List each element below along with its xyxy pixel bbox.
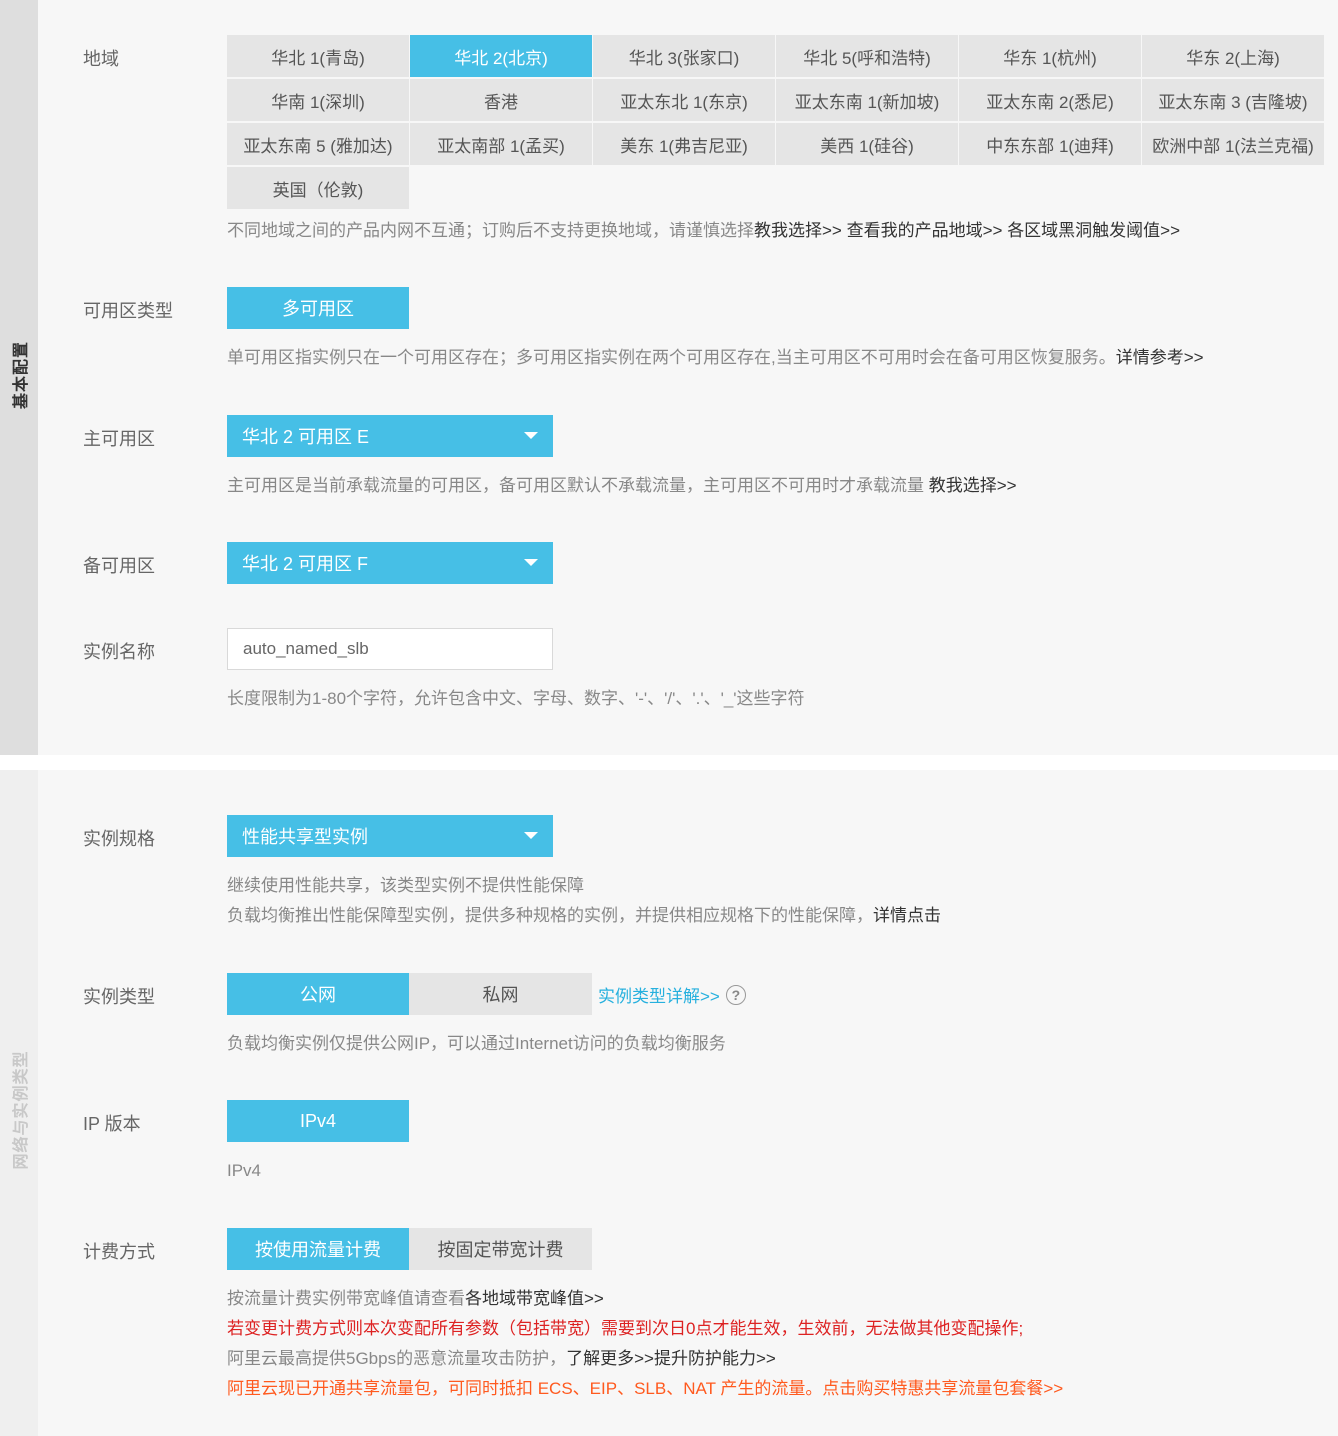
region-option[interactable]: 英国（伦敦)	[227, 167, 409, 209]
region-option[interactable]: 华东 1(杭州)	[959, 35, 1141, 77]
zone-type-help-text: 单可用区指实例只在一个可用区存在；多可用区指实例在两个可用区存在,当主可用区不可…	[227, 348, 1116, 367]
zone-type-help: 单可用区指实例只在一个可用区存在；多可用区指实例在两个可用区存在,当主可用区不可…	[227, 343, 1204, 373]
billing-warning: 若变更计费方式则本次变配所有参数（包括带宽）需要到次日0点才能生效，生效前，无法…	[227, 1319, 1024, 1338]
region-option[interactable]: 亚太东南 5 (雅加达)	[227, 123, 409, 165]
shared-traffic-promo-link[interactable]: 阿里云现已开通共享流量包，可同时抵扣 ECS、EIP、SLB、NAT 产生的流量…	[227, 1374, 1063, 1404]
instance-spec-label: 实例规格	[83, 829, 155, 849]
region-option[interactable]: 美东 1(弗吉尼亚)	[593, 123, 775, 165]
region-option[interactable]: 华北 1(青岛)	[227, 35, 409, 77]
region-teach-link[interactable]: 教我选择>>	[754, 221, 842, 240]
backup-zone-value: 华北 2 可用区 F	[242, 554, 369, 574]
my-regions-link[interactable]: 查看我的产品地域>>	[847, 221, 1003, 240]
multi-zone-button[interactable]: 多可用区	[227, 287, 409, 329]
region-option[interactable]: 华南 1(深圳)	[227, 79, 409, 121]
primary-zone-teach-link[interactable]: 教我选择>>	[929, 476, 1017, 495]
question-circle-icon[interactable]: ?	[725, 984, 746, 1005]
primary-zone-label: 主可用区	[83, 429, 155, 449]
instance-type-label: 实例类型	[83, 987, 155, 1007]
region-help-text: 不同地域之间的产品内网不互通；订购后不支持更换地域，请谨慎选择	[227, 221, 754, 240]
basic-config-side-tab[interactable]: 基本配置	[0, 0, 38, 755]
bandwidth-peak-link[interactable]: 各地域带宽峰值>>	[465, 1289, 604, 1308]
region-option[interactable]: 华北 5(呼和浩特)	[776, 35, 958, 77]
instance-type-detail-text[interactable]: 实例类型详解>>	[598, 982, 720, 1007]
region-option[interactable]: 亚太东北 1(东京)	[593, 79, 775, 121]
instance-name-input[interactable]	[227, 628, 553, 670]
primary-zone-help: 主可用区是当前承载流量的可用区，备可用区默认不承载流量，主可用区不可用时才承载流…	[227, 471, 1017, 501]
chevron-down-icon	[524, 432, 538, 439]
billing-help-3-text: 阿里云最高提供5Gbps的恶意流量攻击防护，	[227, 1349, 567, 1368]
zone-type-label: 可用区类型	[83, 301, 173, 321]
blackhole-threshold-link[interactable]: 各区域黑洞触发阈值>>	[1007, 221, 1180, 240]
region-option[interactable]: 美西 1(硅谷)	[776, 123, 958, 165]
instance-type-detail-link[interactable]: 实例类型详解>> ?	[598, 982, 746, 1007]
instance-name-help: 长度限制为1-80个字符，允许包含中文、字母、数字、'-'、'/'、'.'、'_…	[227, 689, 805, 708]
region-option[interactable]: 欧洲中部 1(法兰克福)	[1142, 123, 1324, 165]
pay-by-bandwidth-button[interactable]: 按固定带宽计费	[409, 1228, 592, 1270]
ip-version-label: IP 版本	[83, 1114, 141, 1134]
ipv4-button[interactable]: IPv4	[227, 1100, 409, 1142]
billing-help-3: 阿里云最高提供5Gbps的恶意流量攻击防护，了解更多>>提升防护能力>>	[227, 1344, 776, 1374]
upgrade-protection-link[interactable]: 提升防护能力>>	[654, 1349, 776, 1368]
instance-spec-help-2: 负载均衡推出性能保障型实例，提供多种规格的实例，并提供相应规格下的性能保障，详情…	[227, 901, 941, 931]
instance-spec-select[interactable]: 性能共享型实例	[227, 815, 553, 857]
ip-version-help: IPv4	[227, 1161, 262, 1180]
chevron-down-icon	[524, 832, 538, 839]
region-option[interactable]: 亚太东南 3 (吉隆坡)	[1142, 79, 1324, 121]
instance-spec-detail-link[interactable]: 详情点击	[873, 906, 941, 925]
backup-zone-label: 备可用区	[83, 556, 155, 576]
billing-label: 计费方式	[83, 1242, 155, 1262]
instance-name-label: 实例名称	[83, 642, 155, 662]
region-option[interactable]: 香港	[410, 79, 592, 121]
chevron-down-icon	[524, 559, 538, 566]
basic-config-side-label: 基本配置	[13, 340, 30, 410]
region-option[interactable]: 亚太东南 2(悉尼)	[959, 79, 1141, 121]
region-option[interactable]: 华东 2(上海)	[1142, 35, 1324, 77]
backup-zone-select[interactable]: 华北 2 可用区 F	[227, 542, 553, 584]
instance-type-help: 负载均衡实例仅提供公网IP，可以通过Internet访问的负载均衡服务	[227, 1034, 726, 1053]
region-option[interactable]: 中东东部 1(迪拜)	[959, 123, 1141, 165]
region-label: 地域	[83, 49, 119, 69]
instance-spec-value: 性能共享型实例	[242, 827, 368, 847]
region-selector: 华北 1(青岛) 华北 2(北京) 华北 3(张家口) 华北 5(呼和浩特) 华东 1(…	[227, 35, 1324, 209]
region-option[interactable]: 华北 2(北京)	[410, 35, 592, 77]
zone-type-detail-link[interactable]: 详情参考>>	[1116, 348, 1204, 367]
region-option[interactable]: 亚太南部 1(孟买)	[410, 123, 592, 165]
network-side-label: 网络与实例类型	[13, 1050, 30, 1170]
pay-by-traffic-button[interactable]: 按使用流量计费	[227, 1228, 409, 1270]
instance-spec-help-2-text: 负载均衡推出性能保障型实例，提供多种规格的实例，并提供相应规格下的性能保障，	[227, 906, 873, 925]
instance-spec-help-1: 继续使用性能共享，该类型实例不提供性能保障	[227, 876, 584, 895]
public-network-button[interactable]: 公网	[227, 973, 409, 1015]
region-help: 不同地域之间的产品内网不互通；订购后不支持更换地域，请谨慎选择教我选择>> 查看…	[227, 216, 1180, 246]
billing-help-1: 按流量计费实例带宽峰值请查看各地域带宽峰值>>	[227, 1284, 604, 1314]
region-option[interactable]: 华北 3(张家口)	[593, 35, 775, 77]
private-network-button[interactable]: 私网	[409, 973, 592, 1015]
billing-help-1-text: 按流量计费实例带宽峰值请查看	[227, 1289, 465, 1308]
primary-zone-select[interactable]: 华北 2 可用区 E	[227, 415, 553, 457]
primary-zone-help-text: 主可用区是当前承载流量的可用区，备可用区默认不承载流量，主可用区不可用时才承载流…	[227, 476, 929, 495]
region-option[interactable]: 亚太东南 1(新加坡)	[776, 79, 958, 121]
primary-zone-value: 华北 2 可用区 E	[242, 427, 370, 447]
learn-more-link[interactable]: 了解更多>>	[566, 1349, 654, 1368]
network-side-tab[interactable]: 网络与实例类型	[0, 770, 38, 1436]
